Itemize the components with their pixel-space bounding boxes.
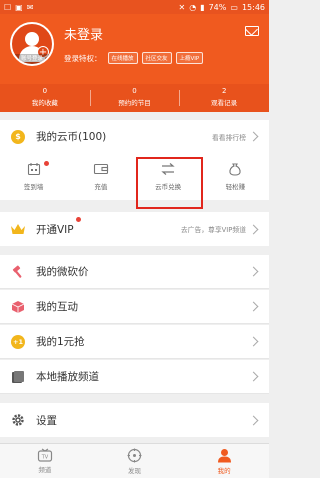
notification-icons: ☐ ▣ ✉ [4,3,33,12]
mail-icon[interactable] [245,26,259,36]
chevron-right-icon [248,371,259,382]
privilege-tag: 社区交友 [141,52,172,64]
stat-label: 预约的节目 [118,99,151,107]
chevron-right-icon [248,415,259,425]
menu-item-settings[interactable]: 设置 [0,403,269,437]
compass-icon [127,448,142,462]
tab-label: 我的 [217,466,231,475]
vip-promo-text: 去广告，尊享VIP频道 [180,226,246,234]
calendar-icon [26,162,42,176]
profile-header: + 账号登录 未登录 登录特权： 在线播放 社区交友 上瘾VIP [0,14,269,84]
cube-icon [10,299,26,315]
coin-icon: $ [10,129,26,145]
image-notification-icon: ▣ [15,2,23,12]
menu-item-one-yuan-grab[interactable]: +1 我的1元抢 [0,325,269,359]
plus-one-icon: +1 [10,334,26,350]
local-video-icon [10,369,26,385]
mute-icon: ✕ [178,2,186,12]
stat-favorites[interactable]: 0 我的收藏 [0,84,90,112]
open-vip-label: 开通VIP [36,223,74,236]
battery-icon: ▭ [230,2,238,12]
checkin-wall-button[interactable]: 签到墙 [0,152,67,200]
coin-actions: 签到墙 充值 云币兑换 轻松赚 [0,152,269,200]
stat-label: 我的收藏 [31,99,58,107]
person-icon [217,448,231,462]
privilege-label: 登录特权： [64,53,102,63]
message-notification-icon: ✉ [26,2,34,12]
stat-history[interactable]: 2 观看记录 [179,84,269,112]
battery-percent: 74% [208,2,227,12]
clock: 15:46 [241,2,265,12]
avatar-caption: 账号登录 [12,54,52,64]
easy-earn-label: 轻松赚 [225,183,246,191]
my-coins-row[interactable]: $ 我的云币(100) 看看排行榜 [0,120,269,154]
highlight-box [136,157,203,209]
open-vip-row[interactable]: 开通VIP 去广告，尊享VIP频道 [0,212,269,246]
tab-mine[interactable]: 我的 [179,444,269,478]
new-badge-dot [44,161,49,166]
stat-label: 观看记录 [211,99,238,107]
menu-item-local-channel[interactable]: 本地播放频道 [0,360,269,394]
wifi-icon: ◔ [189,2,197,12]
status-bar: ☐ ▣ ✉ ✕ ◔ ▮ 74% ▭ 15:46 [0,0,269,14]
wallet-icon [93,162,109,176]
privilege-tag: 在线播放 [107,52,138,64]
menu-item-interaction[interactable]: 我的互动 [0,290,269,324]
money-bag-icon [227,162,243,176]
gear-icon [10,412,26,428]
app-notification-icon: ☐ [4,2,12,12]
chevron-right-icon [248,131,259,142]
my-coins-label: 我的云币(100) [36,131,107,143]
avatar[interactable]: + 账号登录 [10,22,54,66]
chevron-right-icon [248,301,259,312]
stat-reservations[interactable]: 0 预约的节目 [89,84,180,112]
hammer-icon [10,264,26,280]
chevron-right-icon [248,224,259,234]
privilege-tag: 上瘾VIP [175,52,204,64]
chevron-right-icon [248,336,259,347]
tab-label: 发现 [128,466,141,475]
recharge-button[interactable]: 充值 [67,152,134,200]
menu-item-label: 本地播放频道 [36,371,99,383]
tab-discover[interactable]: 发现 [90,444,180,478]
signal-icon: ▮ [200,2,205,12]
recharge-label: 充值 [94,183,108,191]
new-badge-dot [76,217,81,222]
tv-icon: TV [37,448,52,462]
stat-value: 0 [42,87,48,95]
chevron-right-icon [248,266,259,277]
user-name[interactable]: 未登录 [64,24,103,43]
menu-item-bargain[interactable]: 我的微砍价 [0,255,269,289]
tab-label: 频道 [38,466,52,474]
checkin-wall-label: 签到墙 [23,183,44,191]
tab-channels[interactable]: TV 频道 [0,444,90,478]
menu-item-label: 我的微砍价 [36,266,89,278]
menu-item-label: 设置 [36,414,57,427]
crown-icon [10,221,26,237]
menu-item-label: 我的1元抢 [36,336,85,348]
menu-item-label: 我的互动 [36,301,78,313]
stat-value: 2 [221,87,227,95]
easy-earn-button[interactable]: 轻松赚 [202,152,269,200]
leaderboard-link[interactable]: 看看排行榜 [212,132,246,142]
bottom-tab-bar: TV 频道 发现 我的 [0,443,269,478]
login-privileges: 登录特权： 在线播放 社区交友 上瘾VIP [64,52,204,64]
stats-bar: 0 我的收藏 0 预约的节目 2 观看记录 [0,84,269,112]
svg-text:TV: TV [41,455,49,461]
stat-value: 0 [132,87,137,95]
